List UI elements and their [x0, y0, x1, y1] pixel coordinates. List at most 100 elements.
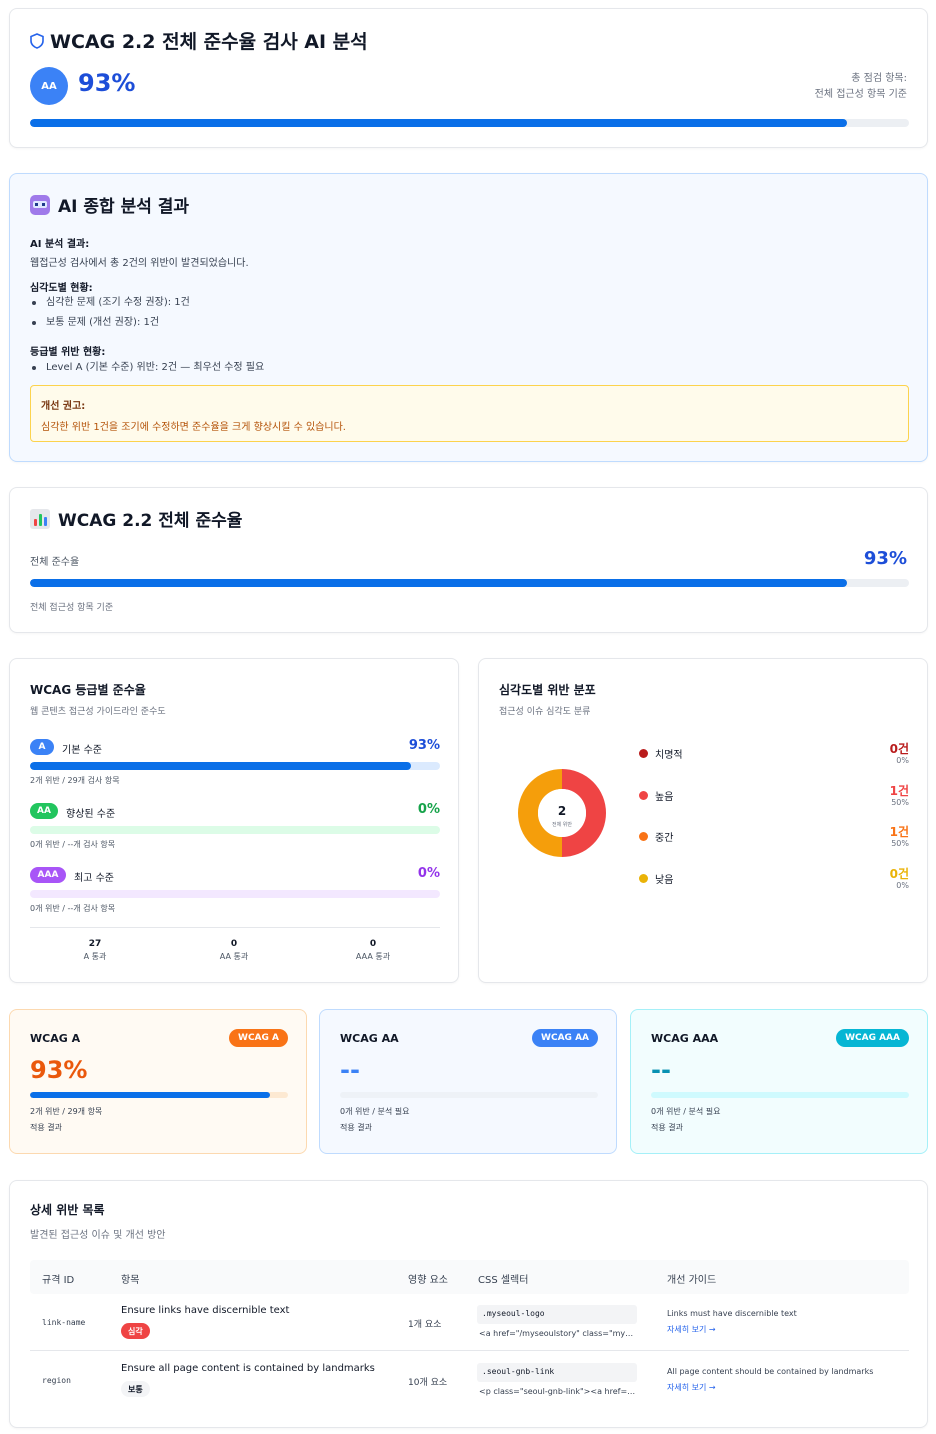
level-card-score: --	[340, 1056, 360, 1084]
level-stat: 0개 위반 / --개 검사 항목	[30, 840, 116, 849]
level-card-badge: WCAG AAA	[836, 1029, 909, 1047]
level-name: 최고 수준	[74, 873, 114, 884]
level-progress	[30, 890, 440, 898]
level-value: 0%	[417, 802, 440, 817]
severity-dot	[639, 749, 648, 758]
level-heading: 등급별 위반 현황:	[30, 347, 106, 358]
guide-text: All page content should be contained by …	[667, 1367, 874, 1376]
rule-id: link-name	[42, 1318, 86, 1327]
ai-analysis-title: AI 종합 분석 결과	[30, 192, 189, 217]
level-badge: AA	[30, 803, 58, 819]
summary-count: 0	[230, 939, 238, 949]
level-card-progress	[651, 1092, 909, 1098]
summary-aaa: 0 AAA 통과	[305, 939, 441, 962]
severity-badge: 심각	[121, 1323, 150, 1339]
severity-pct: 0%	[896, 756, 909, 765]
level-card-badge: WCAG AA	[532, 1029, 598, 1047]
severity-card: 심각도별 위반 분포 접근성 이슈 심각도 분류 2 전체 위반 치명적 0건 0%…	[478, 658, 928, 983]
wcag-level-card: WCAG A WCAG A 93% 2개 위반 / 29개 항목 적용 결과	[9, 1009, 307, 1154]
css-selector: .seoul-gnb-link	[477, 1363, 637, 1382]
impact-count: 1개 요소	[408, 1320, 442, 1330]
severity-pct: 50%	[891, 798, 909, 807]
severity-pct: 50%	[891, 839, 909, 848]
severity-pct: 0%	[896, 881, 909, 890]
level-value: 93%	[408, 738, 440, 753]
summary-label: A 통과	[83, 952, 107, 961]
overall-card: WCAG 2.2 전체 준수율 전체 준수율 93% 전체 접근성 항목 기준	[9, 487, 928, 633]
summary-count: 27	[88, 939, 102, 949]
list-item: 심각한 문제 (조기 수정 권장): 1건	[30, 293, 190, 313]
level-name: 기본 수준	[62, 745, 102, 756]
list-item: 보통 문제 (개선 권장): 1건	[30, 313, 190, 333]
donut-total-label: 전체 위반	[552, 822, 572, 828]
divider	[30, 927, 440, 928]
severity-count: 0건	[889, 867, 909, 881]
level-card-badge: WCAG A	[229, 1029, 288, 1047]
details-link[interactable]: 자세히 보기 →	[667, 1324, 716, 1335]
level-badge: AAA	[30, 867, 66, 883]
level-card-progress-fill	[30, 1092, 270, 1098]
column-header: 규격 ID	[42, 1275, 75, 1286]
violations-subtitle: 발견된 접근성 이슈 및 개선 방안	[30, 1230, 166, 1241]
summary-label: AA 통과	[219, 952, 249, 961]
level-progress	[30, 826, 440, 834]
severity-title: 심각도별 위반 분포	[499, 683, 596, 697]
level-card-stat: 0개 위반 / 분석 필요	[651, 1107, 721, 1116]
table-row: link-name Ensure links have discernible t…	[30, 1294, 909, 1351]
severity-row: 중간 1건 50%	[639, 825, 909, 859]
level-value: 0%	[417, 866, 440, 881]
wcag-level-card: WCAG AAA WCAG AAA -- 0개 위반 / 분석 필요적용 결과	[630, 1009, 928, 1154]
wcag-level-card: WCAG AA WCAG AA -- 0개 위반 / 분석 필요적용 결과	[319, 1009, 617, 1154]
level-card-progress	[30, 1092, 288, 1098]
score-meta: 총 점검 항목: 전체 접근성 항목 기준	[815, 71, 907, 103]
column-header: 개선 가이드	[667, 1275, 717, 1286]
severity-dot	[639, 874, 648, 883]
severity-name: 치명적	[655, 750, 683, 761]
violations-title: 상세 위반 목록	[30, 1203, 105, 1217]
level-compliance-subtitle: 웹 콘텐츠 접근성 가이드라인 준수도	[30, 707, 166, 717]
details-link[interactable]: 자세히 보기 →	[667, 1382, 716, 1393]
severity-subtitle: 접근성 이슈 심각도 분류	[499, 707, 591, 717]
rule-description: Ensure all page content is contained by …	[121, 1363, 375, 1374]
meta-line-1: 총 점검 항목:	[851, 73, 907, 84]
level-card-score: --	[651, 1056, 671, 1084]
severity-name: 높음	[655, 792, 674, 803]
page-title-text: WCAG 2.2 전체 준수율 검사 AI 분석	[50, 31, 368, 53]
impact-count: 10개 요소	[408, 1378, 448, 1388]
severity-row: 치명적 0건 0%	[639, 742, 909, 776]
level-compliance-card: WCAG 등급별 준수율 웹 콘텐츠 접근성 가이드라인 준수도 A 기본 수준 9…	[9, 658, 459, 983]
level-card-progress	[340, 1092, 598, 1098]
level-card-title: WCAG AA	[340, 1032, 399, 1045]
severity-name: 중간	[655, 833, 674, 844]
severity-row: 낮음 0건 0%	[639, 867, 909, 901]
level-card-stat: 2개 위반 / 29개 항목	[30, 1107, 103, 1116]
advice-text: 심각한 위반 1건을 조기에 수정하면 준수율을 크게 향상시킬 수 있습니다.	[41, 422, 346, 433]
level-compliance-title: WCAG 등급별 준수율	[30, 683, 146, 697]
css-selector: .myseoul-logo	[477, 1305, 637, 1324]
list-item: Level A (기본 수준) 위반: 2건 — 최우선 수정 필요	[30, 358, 264, 378]
level-card-title: WCAG AAA	[651, 1032, 719, 1045]
score-progress	[30, 119, 909, 127]
html-snippet: <p class="seoul-gnb-link"><a href="#">	[479, 1387, 637, 1396]
column-header: 영향 요소	[408, 1275, 448, 1286]
html-snippet: <a href="/myseoulstory" class="myseoul-l…	[479, 1329, 637, 1338]
overall-title-text: WCAG 2.2 전체 준수율	[58, 511, 243, 531]
level-name: 향상된 수준	[66, 809, 116, 820]
donut-total: 2	[557, 804, 567, 818]
advice-box: 개선 권고: 심각한 위반 1건을 조기에 수정하면 준수율을 크게 향상시킬 …	[30, 385, 909, 442]
ai-analysis-card: AI 종합 분석 결과 AI 분석 결과: 웹접근성 검사에서 총 2건의 위반…	[9, 173, 928, 462]
severity-count: 1건	[889, 825, 909, 839]
table-row: region Ensure all page content is contain…	[30, 1352, 909, 1409]
overall-progress	[30, 579, 909, 587]
level-card-title: WCAG A	[30, 1032, 81, 1045]
level-progress-fill	[30, 762, 412, 770]
violations-card: 상세 위반 목록 발견된 접근성 이슈 및 개선 방안 규격 ID 항목 영향 …	[9, 1180, 928, 1428]
level-card-stat: 0개 위반 / 분석 필요	[340, 1107, 410, 1116]
result-heading: AI 분석 결과:	[30, 239, 90, 250]
overall-label: 전체 준수율	[30, 557, 80, 568]
overall-score: 93%	[863, 548, 907, 569]
meta-line-2: 전체 접근성 항목 기준	[814, 89, 907, 100]
level-card-note: 적용 결과	[651, 1123, 683, 1132]
level-card-note: 적용 결과	[340, 1123, 372, 1132]
score-progress-fill	[30, 119, 848, 127]
